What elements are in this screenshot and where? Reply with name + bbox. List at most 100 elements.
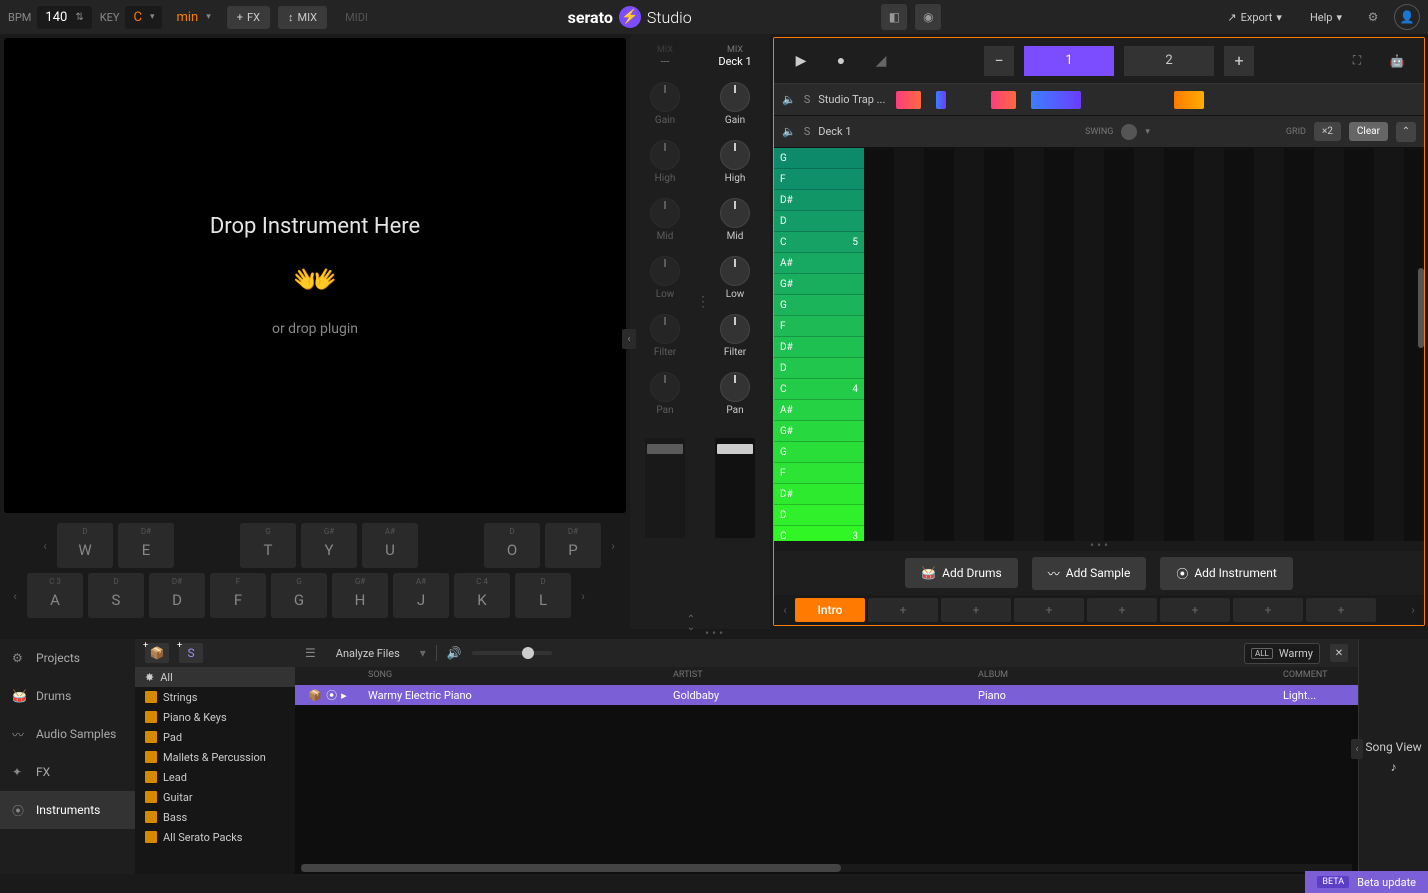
key-pad[interactable]: DW [57,523,113,568]
key-pad[interactable]: FF [210,573,266,618]
key-pad[interactable]: A#J [393,573,449,618]
key-nav-left2[interactable]: ‹ [8,573,22,618]
scene-left-icon[interactable]: ‹ [778,603,792,617]
lib-cat-all-serato-packs[interactable]: All Serato Packs [135,827,295,847]
key-nav-right2[interactable]: › [576,573,590,618]
search-all-badge[interactable]: ALL [1251,648,1273,659]
scene-tab-add-7[interactable]: + [1306,598,1376,622]
clear-button[interactable]: Clear [1349,122,1388,141]
high-knob[interactable] [720,140,750,170]
lib-cat-piano-keys[interactable]: Piano & Keys [135,707,295,727]
key-pad[interactable]: A#U [362,523,418,568]
note-cell[interactable]: F [774,316,864,337]
bpm-value[interactable]: 140 [37,6,91,29]
filter-knob[interactable] [650,314,680,344]
toggle-b-icon[interactable]: ◉ [915,4,941,30]
library-row-selected[interactable]: 📦 ⦿ ▸ Warmy Electric Piano Goldbaby Pian… [295,685,1358,705]
library-hscroll[interactable] [301,864,1352,872]
search-clear-button[interactable]: ✕ [1330,644,1348,662]
col-album[interactable]: album [970,667,1275,685]
page-minus-button[interactable]: − [984,46,1014,76]
toggle-a-icon[interactable]: ◧ [881,4,907,30]
lib-nav-fx[interactable]: ✦FX [0,753,135,791]
scene-tab-add-4[interactable]: + [1087,598,1157,622]
pan-knob[interactable] [650,372,680,402]
fader-2[interactable] [715,438,755,538]
lib-cat-all[interactable]: ✸All [135,667,295,687]
panel-updown-icon[interactable]: ⌃⌄ [684,616,698,632]
key-pad[interactable]: G#Y [301,523,357,568]
note-column[interactable]: GFD#DC5A#G#GFD#DC4A#G#GFD#DC3 [774,148,864,541]
scene-tab-add-1[interactable]: + [868,598,938,622]
note-cell[interactable]: D [774,211,864,232]
note-cell[interactable]: C4 [774,379,864,400]
note-cell[interactable]: C5 [774,232,864,253]
key-pad[interactable]: GG [271,573,327,618]
metronome-icon[interactable]: ◢ [866,46,896,76]
note-cell[interactable]: G# [774,274,864,295]
grid-value-button[interactable]: ×2 [1314,122,1341,141]
low-knob[interactable] [720,256,750,286]
key-pad[interactable]: C 3A [27,573,83,618]
settings-icon[interactable]: ⚙ [1360,4,1386,30]
scene-tab-intro[interactable]: Intro [795,598,865,622]
lib-cat-guitar[interactable]: Guitar [135,787,295,807]
help-button[interactable]: Help ▾ [1300,6,1352,29]
note-cell[interactable]: A# [774,253,864,274]
add-fx-button[interactable]: + FX [227,6,270,29]
gain-knob[interactable] [720,82,750,112]
lib-cat-lead[interactable]: Lead [135,767,295,787]
mid-knob[interactable] [720,198,750,228]
page-plus-button[interactable]: + [1224,46,1254,76]
sequencer-grid[interactable] [864,148,1424,541]
lib-nav-projects[interactable]: ⚙Projects [0,639,135,677]
low-knob[interactable] [650,256,680,286]
speaker-icon[interactable]: 🔈 [782,93,796,106]
key-pad[interactable]: C 4K [454,573,510,618]
add-instrument-button[interactable]: ⦿ Add Instrument [1160,557,1293,590]
add-pack-purple-button[interactable]: +S [179,643,203,663]
scene-tab-add-3[interactable]: + [1014,598,1084,622]
key-pad[interactable]: DL [515,573,571,618]
user-avatar-icon[interactable]: 👤 [1394,4,1420,30]
note-cell[interactable]: D# [774,337,864,358]
robot-icon[interactable]: 🤖 [1382,49,1412,73]
export-button[interactable]: ↗ Export ▾ [1217,6,1292,29]
page-tab-2[interactable]: 2 [1124,46,1214,76]
note-cell[interactable]: G# [774,421,864,442]
col-song[interactable]: song [360,667,665,685]
audio-preview-icon[interactable]: 🔊 [447,646,462,660]
lib-nav-instruments[interactable]: ⦿Instruments [0,791,135,829]
lib-cat-mallets-percussion[interactable]: Mallets & Percussion [135,747,295,767]
scrollbar-vertical[interactable] [1418,268,1424,348]
scene-tab-add-5[interactable]: + [1160,598,1230,622]
lib-nav-drums[interactable]: 🥁Drums [0,677,135,715]
note-cell[interactable]: F [774,169,864,190]
note-cell[interactable]: G [774,442,864,463]
add-sample-button[interactable]: 〰 Add Sample [1032,557,1147,590]
note-cell[interactable]: D# [774,484,864,505]
key-scale[interactable]: min [168,6,218,29]
song-view-collapse-icon[interactable]: ‹ [1351,739,1363,759]
mid-knob[interactable] [650,198,680,228]
add-pack-orange-button[interactable]: +📦 [145,643,169,663]
lib-cat-strings[interactable]: Strings [135,687,295,707]
midi-button[interactable]: MIDI [335,6,378,29]
scene-tab-add-6[interactable]: + [1233,598,1303,622]
note-cell[interactable]: D [774,505,864,526]
song-view-panel[interactable]: ‹ Song View ♪ [1358,639,1428,874]
add-drums-button[interactable]: 🥁 Add Drums [905,558,1018,588]
pan-knob[interactable] [720,372,750,402]
resize-dots-icon[interactable]: • • • [774,541,1424,551]
drag-dots-icon[interactable]: ⋮ [696,294,710,310]
note-cell[interactable]: G [774,148,864,169]
collapse-deck-icon[interactable]: ⌃ [1396,122,1416,142]
footer-update[interactable]: BETA Beta update [1305,871,1428,893]
panel-resize-dots[interactable]: • • • [0,629,1428,639]
note-cell[interactable]: D# [774,190,864,211]
key-pad[interactable]: GT [240,523,296,568]
high-knob[interactable] [650,140,680,170]
waveform-display[interactable] [896,87,1416,113]
analyze-button[interactable]: Analyze Files [326,643,410,664]
lib-nav-audio-samples[interactable]: 〰Audio Samples [0,715,135,753]
